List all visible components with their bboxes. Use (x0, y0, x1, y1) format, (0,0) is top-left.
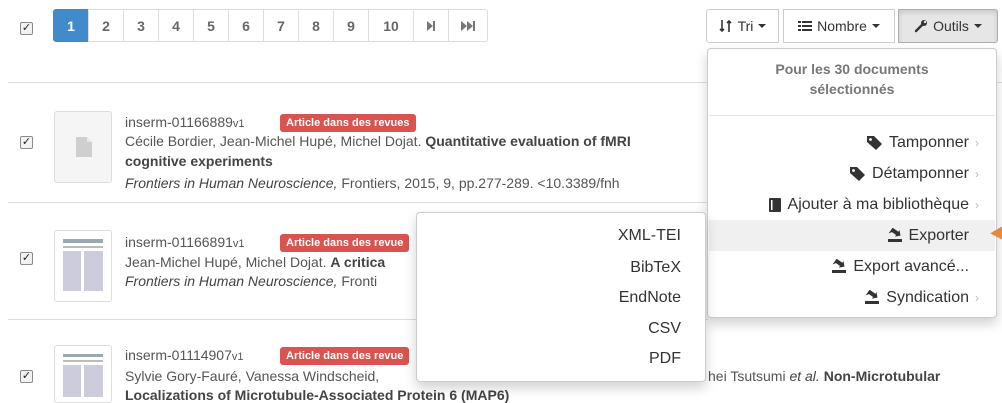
menu-item-label: Tamponner (888, 133, 969, 151)
list-icon (798, 21, 813, 31)
menu-item-detamponner[interactable]: Détamponner › (709, 158, 995, 189)
result-checkbox[interactable]: ✓ (20, 370, 33, 383)
result-citation-line: Frontiers in Human Neuroscience, Fronti (125, 273, 378, 289)
page-4-button[interactable]: 4 (158, 9, 194, 42)
result-title-line[interactable]: Localizations of Microtubule-Associated … (125, 387, 509, 403)
page-3-button[interactable]: 3 (123, 9, 159, 42)
result-authors-line: Sylvie Gory-Fauré, Vanessa Windscheid, (125, 368, 380, 384)
menu-item-label: Syndication (886, 288, 969, 306)
document-thumbnail[interactable] (54, 111, 112, 183)
download-icon (887, 228, 902, 242)
document-thumbnail[interactable] (54, 230, 112, 302)
chevron-right-icon: › (975, 166, 979, 181)
menu-item-syndication[interactable]: Syndication › (709, 282, 995, 313)
pagination: 1 2 3 4 5 6 7 8 9 10 (53, 9, 488, 42)
tools-label: Outils (933, 18, 969, 34)
document-id[interactable]: inserm-01166889v1 (125, 114, 245, 130)
result-authors-tail: hei Tsutsumi et al. Non-Microtubular (708, 368, 941, 384)
file-icon (76, 137, 92, 157)
fast-forward-icon (461, 20, 475, 31)
page-9-button[interactable]: 9 (333, 9, 369, 42)
document-thumbnail[interactable] (54, 345, 112, 403)
chevron-right-icon: › (975, 135, 979, 150)
result-authors-line: Cécile Bordier, Jean-Michel Hupé, Michel… (125, 133, 631, 149)
export-bibtex[interactable]: BibTeX (630, 254, 681, 282)
tag-icon (850, 167, 866, 181)
menu-item-export[interactable]: Exporter › (709, 220, 995, 251)
export-csv[interactable]: CSV (648, 315, 681, 343)
divider (8, 202, 708, 203)
export-pdf[interactable]: PDF (649, 345, 681, 373)
sort-button[interactable]: Tri (706, 9, 779, 43)
menu-item-label: Exporter (908, 226, 969, 244)
tools-menu-header: Pour les 30 documents sélectionnés (775, 61, 929, 97)
menu-item-advanced-export[interactable]: Export avancé... › (709, 251, 995, 282)
chevron-down-icon (973, 24, 982, 28)
menu-item-add-to-library[interactable]: Ajouter à ma bibliothèque › (709, 189, 995, 220)
tools-button[interactable]: Outils (898, 9, 998, 43)
sort-icon (719, 19, 732, 33)
page-1-button[interactable]: 1 (53, 9, 89, 42)
page-2-button[interactable]: 2 (88, 9, 124, 42)
document-id[interactable]: inserm-01166891v1 (125, 234, 245, 250)
book-icon (768, 197, 781, 212)
result-checkbox[interactable]: ✓ (20, 136, 33, 149)
result-authors-line: Jean-Michel Hupé, Michel Dojat. A critic… (125, 254, 386, 270)
count-label: Nombre (817, 18, 867, 34)
chevron-right-icon: › (975, 290, 979, 305)
page-5-button[interactable]: 5 (193, 9, 229, 42)
chevron-down-icon (758, 24, 767, 28)
sort-label: Tri (737, 18, 754, 34)
next-page-button[interactable] (413, 9, 449, 42)
chevron-down-icon (871, 24, 880, 28)
result-checkbox[interactable]: ✓ (20, 252, 33, 265)
step-forward-icon (427, 20, 435, 31)
export-endnote[interactable]: EndNote (619, 284, 681, 312)
page-preview-icon (63, 239, 103, 291)
page-6-button[interactable]: 6 (228, 9, 264, 42)
document-id[interactable]: inserm-01114907v1 (125, 347, 244, 363)
tools-dropdown-menu: Pour les 30 documents sélectionnés Tampo… (707, 48, 997, 318)
last-page-button[interactable] (448, 9, 488, 42)
download-icon (865, 290, 880, 304)
page-preview-icon (63, 354, 103, 397)
menu-item-label: Export avancé... (853, 257, 969, 275)
export-submenu: XML-TEI BibTeX EndNote CSV PDF (416, 212, 706, 382)
count-button[interactable]: Nombre (783, 9, 895, 43)
result-citation-line: Frontiers in Human Neuroscience, Frontie… (125, 175, 620, 191)
menu-item-tamponner[interactable]: Tamponner › (709, 127, 995, 158)
doc-type-badge: Article dans des revue (280, 347, 410, 365)
page-7-button[interactable]: 7 (263, 9, 299, 42)
page-10-button[interactable]: 10 (368, 9, 414, 42)
download-icon (832, 259, 847, 273)
chevron-right-icon: › (975, 197, 979, 212)
export-xml-tei[interactable]: XML-TEI (618, 222, 681, 250)
doc-type-badge: Article dans des revues (280, 114, 416, 132)
tag-icon (866, 136, 882, 150)
doc-type-badge: Article dans des revue (280, 234, 410, 252)
page-8-button[interactable]: 8 (298, 9, 334, 42)
menu-item-label: Ajouter à ma bibliothèque (787, 195, 969, 213)
select-all-checkbox[interactable]: ✓ (20, 22, 33, 35)
wrench-icon (914, 20, 928, 33)
menu-item-label: Détamponner (872, 164, 969, 182)
result-title-line[interactable]: cognitive experiments (125, 153, 273, 169)
menu-divider (709, 115, 995, 116)
